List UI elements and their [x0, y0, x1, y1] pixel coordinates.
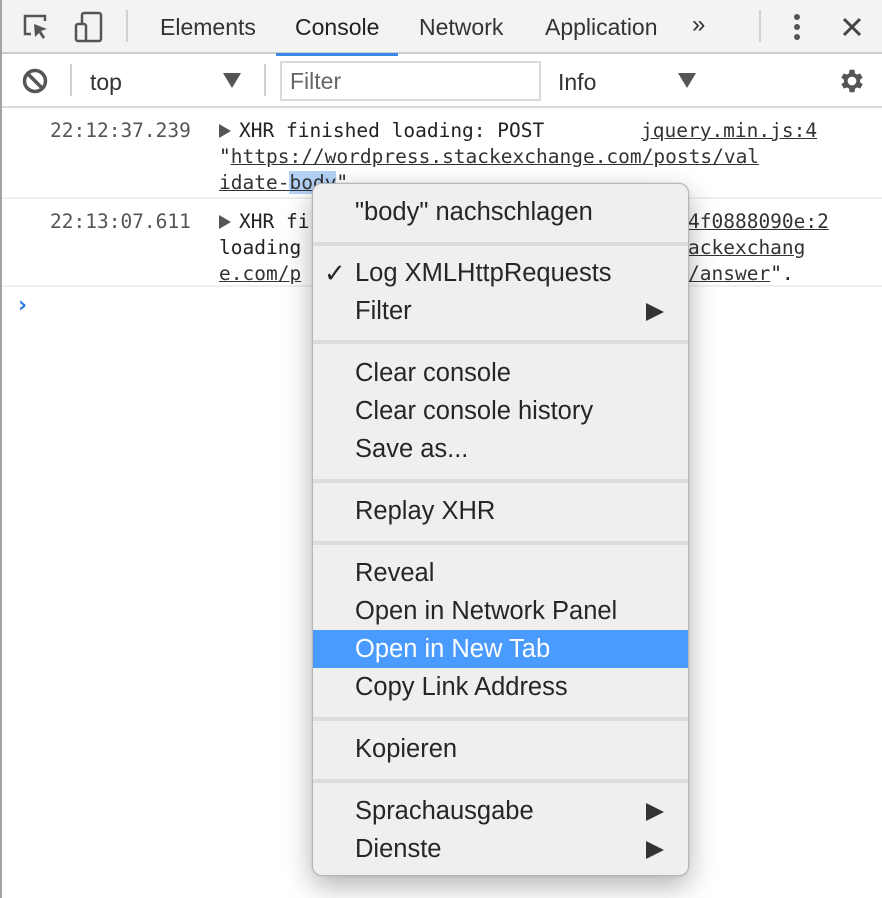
- menu-separator: [313, 717, 688, 721]
- clear-console-icon[interactable]: [18, 64, 52, 98]
- message-url-link-cont[interactable]: e.com/p: [219, 261, 301, 288]
- log-level-selector[interactable]: Info: [558, 56, 596, 108]
- message-text: XHR fi: [239, 210, 310, 233]
- menu-separator: [313, 340, 688, 344]
- expand-triangle-icon[interactable]: [219, 215, 231, 229]
- message-url-link[interactable]: https://wordpress.stackexchange.com/post…: [231, 145, 759, 168]
- context-menu: "body" nachschlagen ✓ Log XMLHttpRequest…: [312, 183, 689, 876]
- menu-item-clear-console[interactable]: Clear console: [313, 354, 688, 392]
- menu-item-save-as[interactable]: Save as...: [313, 430, 688, 468]
- inspect-element-icon[interactable]: [19, 10, 53, 44]
- context-selector[interactable]: top: [90, 56, 122, 108]
- message-timestamp: 22:13:07.611: [50, 210, 191, 233]
- message-source-link[interactable]: 4f0888090e:2: [688, 209, 829, 236]
- toolbar-divider: [126, 10, 128, 42]
- toolbar-divider: [264, 64, 266, 96]
- message-url-link-cont[interactable]: idate-: [219, 171, 289, 194]
- menu-item-reveal[interactable]: Reveal: [313, 554, 688, 592]
- toolbar-divider: [759, 10, 761, 42]
- menu-item-copy-link[interactable]: Copy Link Address: [313, 668, 688, 706]
- menu-item-clear-history[interactable]: Clear console history: [313, 392, 688, 430]
- menu-item-services[interactable]: Dienste: [313, 830, 688, 868]
- expand-triangle-icon[interactable]: [219, 124, 231, 138]
- level-dropdown-arrow-icon[interactable]: [678, 73, 696, 88]
- submenu-arrow-icon: [646, 841, 664, 859]
- message-url-link[interactable]: ackexchang: [688, 235, 805, 262]
- filter-input[interactable]: [280, 61, 541, 101]
- close-icon[interactable]: [835, 10, 869, 44]
- menu-item-copy[interactable]: Kopieren: [313, 730, 688, 768]
- context-dropdown-arrow-icon[interactable]: [223, 73, 241, 88]
- tab-console[interactable]: Console: [276, 0, 399, 56]
- tab-elements[interactable]: Elements: [141, 0, 275, 54]
- menu-item-speech[interactable]: Sprachausgabe: [313, 792, 688, 830]
- menu-item-label: Log XMLHttpRequests: [355, 259, 612, 287]
- menu-item-label: Filter: [355, 297, 412, 325]
- menu-item-label: Sprachausgabe: [355, 797, 534, 825]
- message-timestamp: 22:12:37.239: [50, 119, 191, 142]
- console-toolbar: top Info: [0, 56, 882, 108]
- toolbar-divider: [70, 64, 72, 96]
- menu-item-replay-xhr[interactable]: Replay XHR: [313, 492, 688, 530]
- message-source-link[interactable]: jquery.min.js:4: [641, 118, 817, 145]
- message-text-cont: loading: [219, 236, 302, 259]
- menu-separator: [313, 242, 688, 246]
- tab-application[interactable]: Application: [526, 0, 677, 54]
- gear-icon[interactable]: [835, 64, 869, 98]
- devtools-tabbar: Elements Console Network Application »: [0, 0, 882, 56]
- message-url-link-end[interactable]: /answer: [688, 262, 770, 285]
- kebab-menu-icon[interactable]: [780, 10, 814, 44]
- device-toolbar-icon[interactable]: [72, 10, 106, 44]
- menu-separator: [313, 541, 688, 545]
- quote: ": [219, 145, 231, 168]
- submenu-arrow-icon: [646, 303, 664, 321]
- message-text: XHR finished loading: POST: [239, 119, 545, 142]
- menu-separator: [313, 779, 688, 783]
- submenu-arrow-icon: [646, 803, 664, 821]
- menu-item-lookup[interactable]: "body" nachschlagen: [313, 193, 688, 231]
- menu-item-log-xhr[interactable]: ✓ Log XMLHttpRequests: [313, 254, 688, 292]
- menu-item-open-network-panel[interactable]: Open in Network Panel: [313, 592, 688, 630]
- menu-item-open-new-tab[interactable]: Open in New Tab: [313, 630, 688, 668]
- window-edge: [0, 0, 2, 898]
- quote: ".: [770, 262, 794, 285]
- tab-network[interactable]: Network: [400, 0, 522, 54]
- more-tabs-button[interactable]: »: [692, 0, 705, 54]
- menu-item-filter[interactable]: Filter: [313, 292, 688, 330]
- menu-separator: [313, 479, 688, 483]
- menu-item-label: Dienste: [355, 835, 442, 863]
- console-prompt[interactable]: ›: [18, 293, 27, 318]
- checkmark-icon: ✓: [324, 258, 346, 288]
